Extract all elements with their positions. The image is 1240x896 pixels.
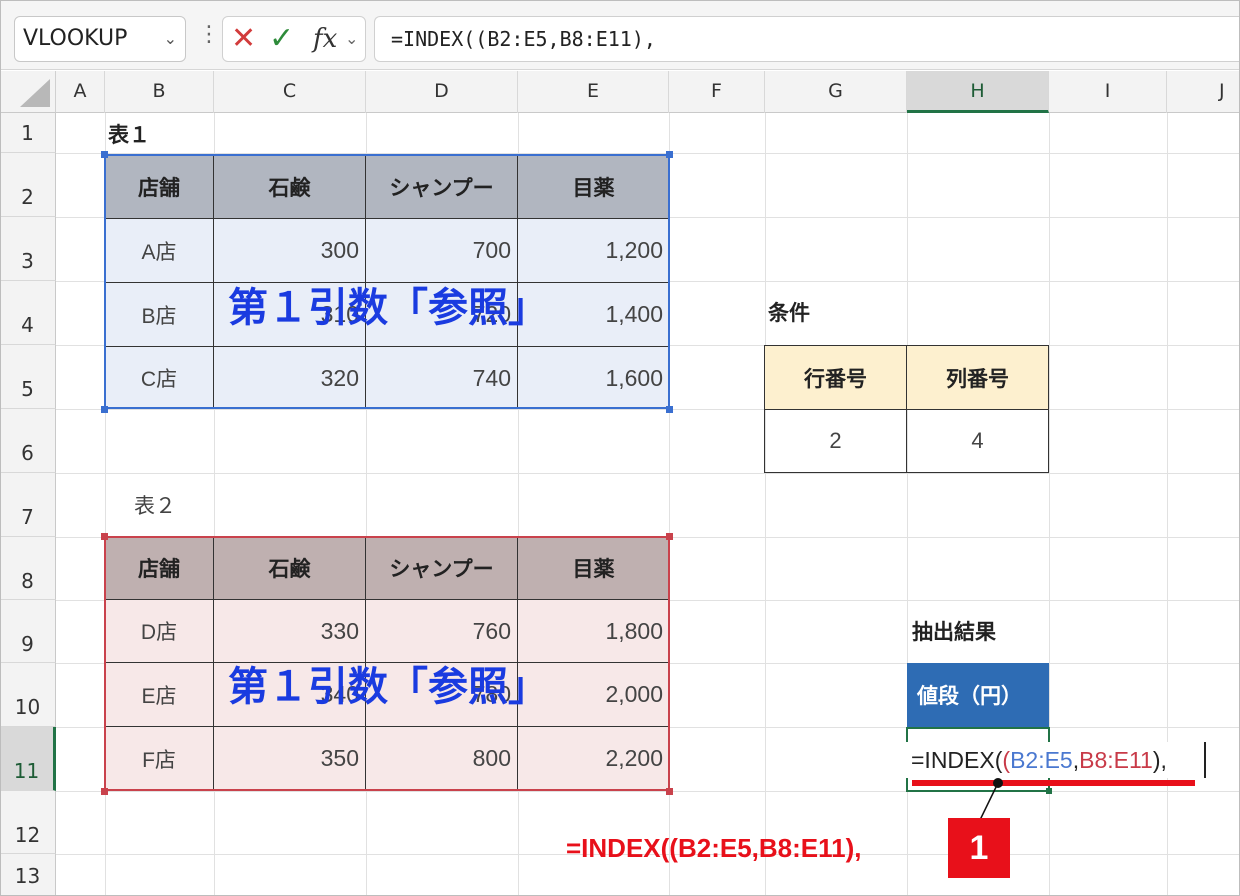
table1-row3-soap: 320 [320, 364, 359, 391]
table2-row3-eyedrops: 2,200 [605, 745, 663, 771]
column-header-c[interactable]: C [214, 71, 366, 113]
table2-row3-store: F店 [142, 748, 176, 772]
table1-row2-store: B店 [141, 304, 177, 328]
chevron-down-icon[interactable]: ⌄ [164, 17, 177, 61]
table1-row3-eyedrops: 1,600 [605, 364, 663, 391]
table2-row1-shampoo: 760 [472, 617, 511, 644]
enter-check-icon[interactable]: ✓ [269, 17, 294, 61]
select-all-corner[interactable] [0, 71, 56, 113]
formula-ref-1: B2:E5 [1010, 747, 1073, 773]
column-header-h[interactable]: H [907, 71, 1049, 113]
table1-row1-shampoo: 700 [472, 237, 511, 263]
formula-open-paren: ( [1002, 747, 1011, 773]
column-header-a[interactable]: A [56, 71, 105, 113]
table1-header-store: 店舗 [138, 175, 180, 200]
table1-header-soap: 石鹸 [268, 175, 311, 200]
table2-overlay-label: 第１引数「参照」 [228, 664, 548, 710]
table1-title: 表１ [108, 123, 150, 147]
result-title: 抽出結果 [912, 620, 996, 644]
conditions-header-col: 列番号 [946, 366, 1009, 391]
name-box[interactable]: VLOOKUP ⌄ [14, 16, 186, 62]
formula-controls: ✕ ✓ fx ⌄ [222, 16, 366, 62]
column-header-g[interactable]: G [765, 71, 907, 113]
row-header-11[interactable]: 11 [0, 727, 56, 791]
row-header-2[interactable]: 2 [0, 153, 56, 217]
name-box-value: VLOOKUP [23, 26, 128, 51]
conditions-row-value[interactable]: 2 [765, 410, 906, 472]
table1-header-shampoo: シャンプー [389, 175, 494, 200]
table2-title: 表２ [134, 494, 176, 518]
result-header: 値段（円） [907, 663, 1049, 727]
row-header-3[interactable]: 3 [0, 217, 56, 281]
row-header-9[interactable]: 9 [0, 600, 56, 663]
formula-prefix: =INDEX( [911, 747, 1003, 773]
row-header-7[interactable]: 7 [0, 473, 56, 537]
table2-row3-shampoo: 800 [472, 745, 511, 771]
table2-header-shampoo: シャンプー [389, 557, 494, 581]
row-header-6[interactable]: 6 [0, 409, 56, 473]
conditions-title: 条件 [768, 301, 810, 325]
table2-row2-store: E店 [141, 684, 177, 708]
table1-row3-shampoo: 740 [472, 364, 511, 391]
table1-row1-store: A店 [141, 240, 177, 264]
table1-row1-soap: 300 [320, 237, 359, 263]
row-header-12[interactable]: 12 [0, 791, 56, 854]
column-header-j[interactable]: J [1167, 71, 1240, 113]
row-header-13[interactable]: 13 [0, 854, 56, 896]
table2-row1-eyedrops: 1,800 [605, 617, 663, 644]
conditions-col-value[interactable]: 4 [907, 410, 1048, 472]
formula-close: ), [1152, 747, 1167, 773]
chevron-down-icon[interactable]: ⌄ [345, 17, 358, 61]
column-header-d[interactable]: D [366, 71, 518, 113]
table2-row3-soap: 350 [320, 745, 359, 771]
table2-header-eyedrops: 目薬 [572, 557, 615, 581]
column-header-e[interactable]: E [518, 71, 669, 113]
table1-header-eyedrops: 目薬 [572, 175, 615, 200]
table1-row3-store: C店 [140, 368, 178, 391]
table1-row1-eyedrops: 1,200 [605, 237, 663, 263]
row-header-5[interactable]: 5 [0, 345, 56, 409]
table2-row1-soap: 330 [320, 617, 359, 644]
table2-row1-store: D店 [140, 621, 178, 644]
fill-handle[interactable] [1046, 788, 1052, 794]
row-header-10[interactable]: 10 [0, 663, 56, 727]
cell-edit-formula[interactable]: =INDEX((B2:E5,B8:E11), [906, 742, 1206, 778]
table2-header-store: 店舗 [138, 557, 180, 581]
annotation-underline [912, 780, 1195, 786]
row-header-1[interactable]: 1 [0, 113, 56, 153]
annotation-formula-text: =INDEX((B2:E5,B8:E11), [566, 832, 862, 863]
column-header-b[interactable]: B [105, 71, 214, 113]
cancel-x-icon[interactable]: ✕ [231, 17, 256, 61]
conditions-header-row: 行番号 [804, 366, 867, 391]
formula-input[interactable]: =INDEX((B2:E5,B8:E11), [374, 16, 1240, 62]
row-header-8[interactable]: 8 [0, 537, 56, 600]
column-header-f[interactable]: F [669, 71, 765, 113]
insert-function-icon[interactable]: fx [313, 17, 337, 61]
table1-overlay-label: 第１引数「参照」 [228, 285, 548, 331]
annotation-step-badge: 1 [948, 818, 1010, 878]
select-all-icon [20, 79, 50, 107]
formula-text: =INDEX((B2:E5,B8:E11), [391, 27, 656, 51]
formula-ref-2: B8:E11 [1079, 747, 1153, 773]
row-header-4[interactable]: 4 [0, 281, 56, 345]
table2-header-soap: 石鹸 [268, 557, 311, 581]
more-options-icon[interactable]: ⋮ [198, 22, 220, 47]
column-header-i[interactable]: I [1049, 71, 1167, 113]
